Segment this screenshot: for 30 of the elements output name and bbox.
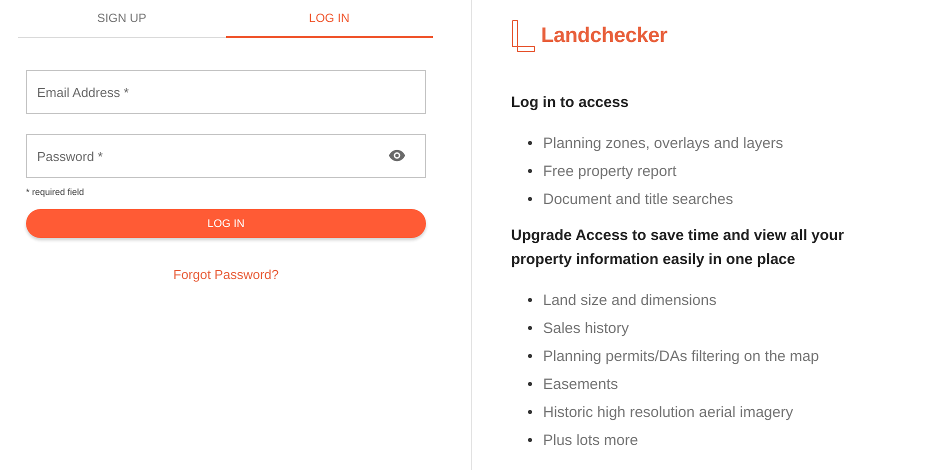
bullet-icon <box>528 382 532 386</box>
feature-item: Free property report <box>543 162 676 180</box>
feature-item: Planning permits/DAs filtering on the map <box>543 348 819 364</box>
section-heading: Upgrade Access to save time and view all your property information easily in one place <box>511 226 845 270</box>
feature-item: Easements <box>543 376 618 392</box>
bullet-icon <box>528 438 532 442</box>
feature-item: Document and title searches <box>543 190 734 208</box>
forgot-password-link[interactable]: Forgot Password? <box>173 267 279 282</box>
bullet-icon <box>528 326 532 330</box>
feature-item: Historic high resolution aerial imagery <box>543 404 794 420</box>
log-in-button[interactable]: LOG IN <box>26 209 426 238</box>
required-field-note: * required field <box>26 187 86 197</box>
brand-name: Landchecker <box>541 24 668 48</box>
bullet-icon <box>528 197 532 201</box>
feature-item: Planning zones, overlays and layers <box>543 134 784 152</box>
password-field[interactable]: Password * <box>26 134 426 178</box>
section-heading: Log in to access <box>511 93 630 113</box>
email-field[interactable]: Email Address * <box>26 70 426 114</box>
bullet-icon <box>528 298 532 302</box>
bullet-icon <box>528 410 532 414</box>
logo-icon <box>511 19 537 53</box>
feature-item: Sales history <box>543 320 629 336</box>
bullet-icon <box>528 354 532 358</box>
tab[interactable]: LOG IN <box>226 0 433 38</box>
bullet-icon <box>528 141 532 145</box>
feature-item: Land size and dimensions <box>543 292 716 308</box>
eye-icon[interactable] <box>388 149 406 162</box>
feature-item: Plus lots more <box>543 432 638 448</box>
bullet-icon <box>528 169 532 173</box>
tab[interactable]: SIGN UP <box>18 0 226 38</box>
